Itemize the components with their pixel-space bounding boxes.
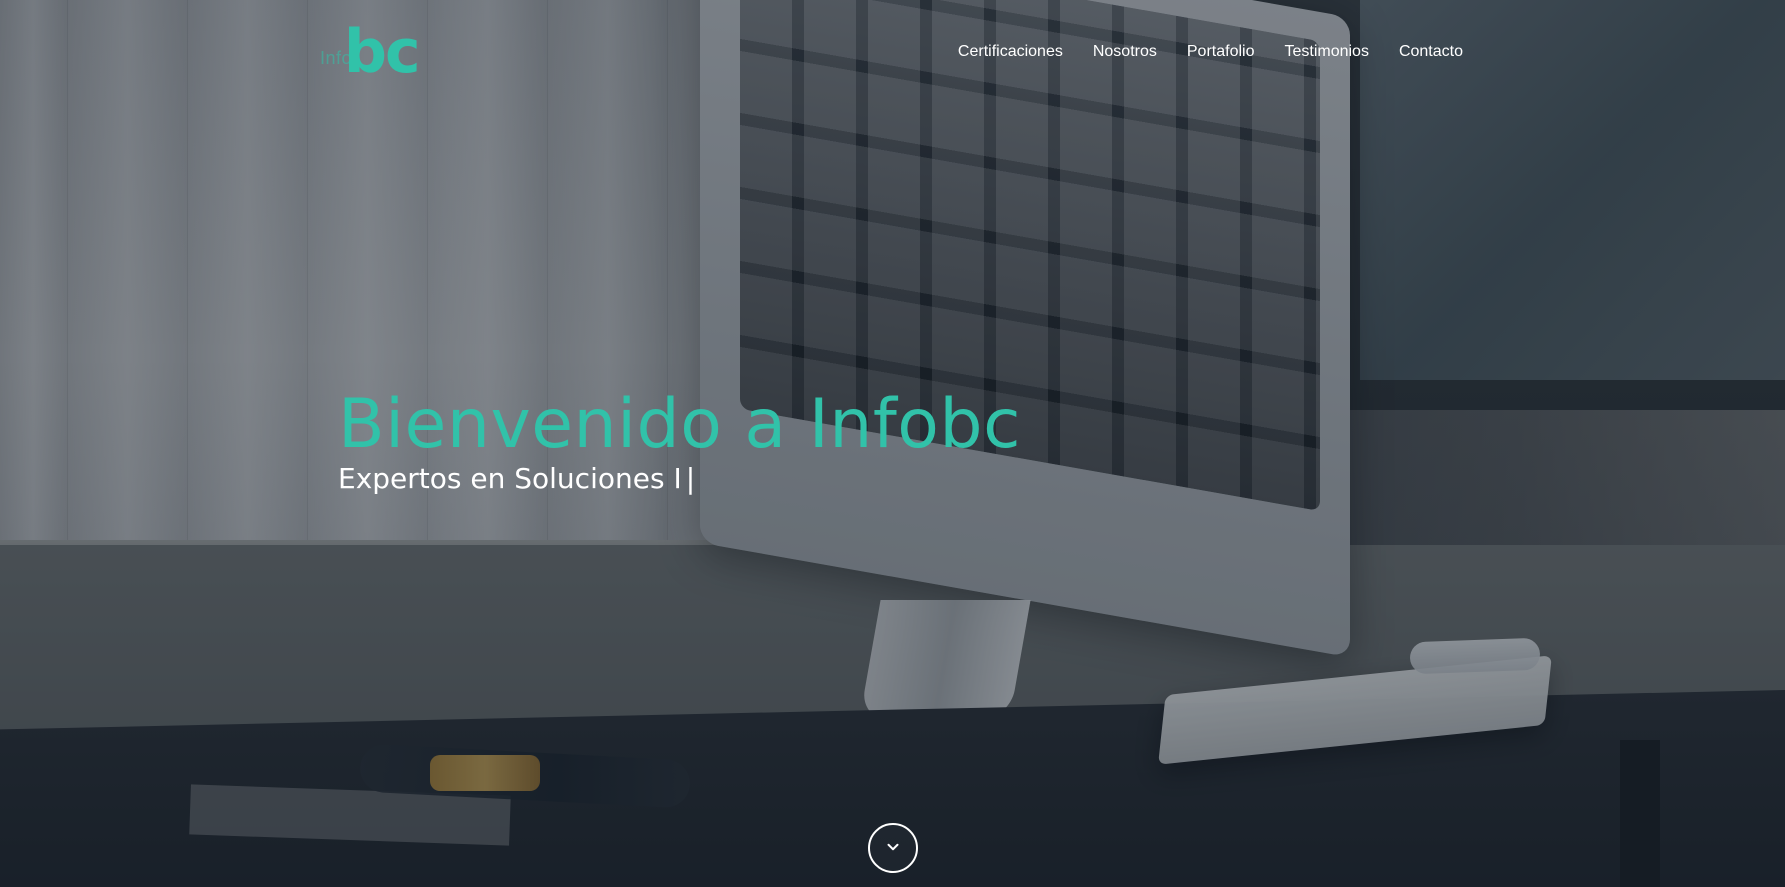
nav-portafolio[interactable]: Portafolio	[1187, 42, 1255, 62]
nav-contacto[interactable]: Contacto	[1399, 42, 1463, 62]
nav-certificaciones[interactable]: Certificaciones	[958, 42, 1063, 62]
typing-cursor: |	[685, 462, 696, 495]
scroll-down-button[interactable]	[868, 823, 918, 873]
nav-testimonios[interactable]: Testimonios	[1284, 42, 1368, 62]
main-menu: Certificaciones Nosotros Portafolio Test…	[958, 42, 1463, 62]
hero-subtitle-text: Expertos en Soluciones I	[338, 462, 682, 495]
site-logo[interactable]: Info bc	[320, 22, 430, 82]
hero-section: Info bc Certificaciones Nosotros Portafo…	[0, 0, 1785, 887]
chevron-down-icon	[884, 838, 902, 859]
logo-main: bc	[344, 17, 421, 87]
hero-text: Bienvenido a Infobc Expertos en Solucion…	[338, 384, 1238, 498]
top-navigation: Info bc Certificaciones Nosotros Portafo…	[0, 0, 1785, 110]
hero-title: Bienvenido a Infobc	[338, 385, 1021, 464]
nav-nosotros[interactable]: Nosotros	[1093, 42, 1157, 62]
